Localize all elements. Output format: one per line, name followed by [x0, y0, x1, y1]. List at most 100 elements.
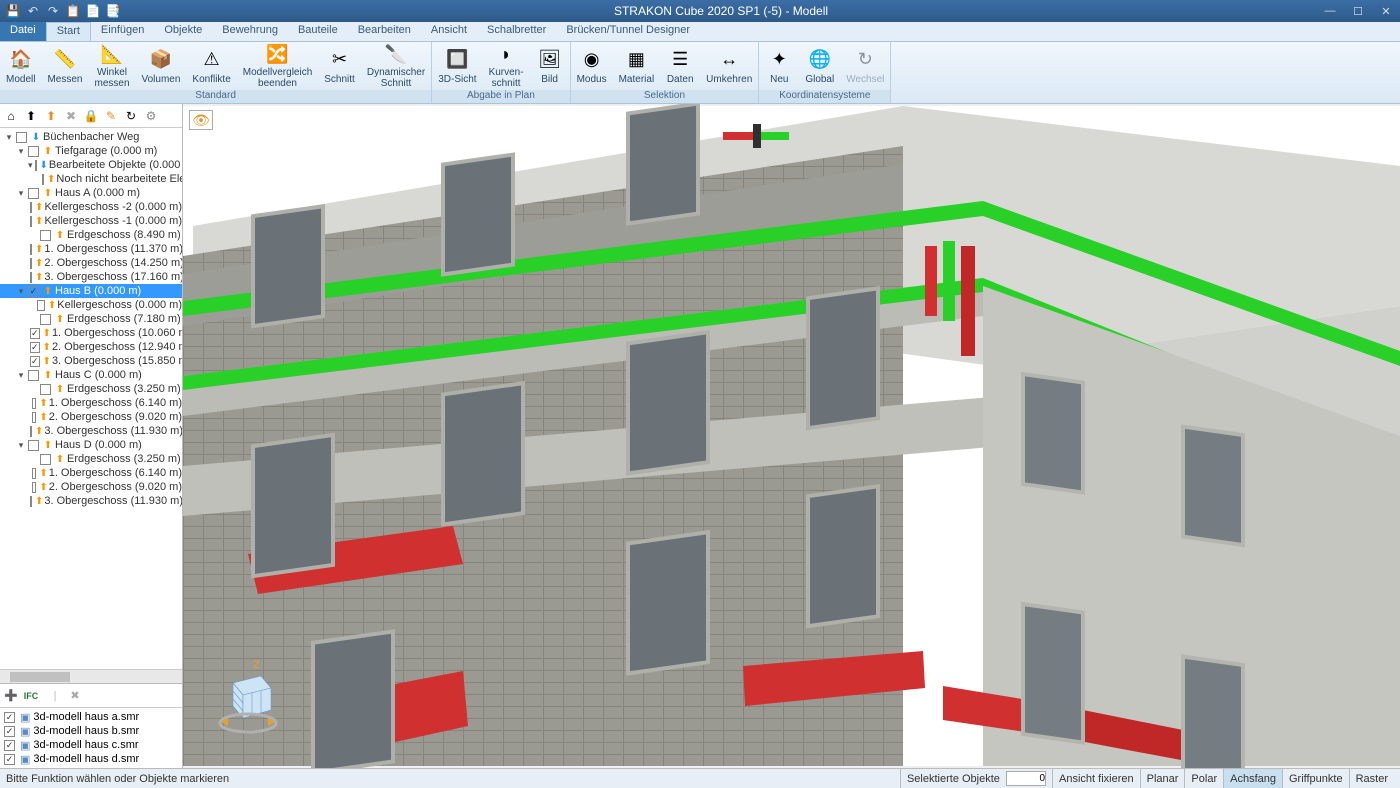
tree-checkbox[interactable]	[40, 454, 51, 465]
tree-node[interactable]: ▾⬆Haus D (0.000 m)	[0, 438, 182, 452]
material-button[interactable]: ▦Material	[613, 42, 661, 90]
file-ifc-icon[interactable]: IFC	[23, 688, 39, 704]
structure-tree[interactable]: ▾⬇Büchenbacher Weg▾⬆Tiefgarage (0.000 m)…	[0, 128, 182, 669]
tree-checkbox[interactable]	[30, 496, 32, 507]
tree-node[interactable]: ⬆Erdgeschoss (3.250 m)	[0, 452, 182, 466]
bild-button[interactable]: 🖼Bild	[530, 42, 570, 90]
file-checkbox[interactable]	[4, 754, 15, 765]
qat-doc-icon[interactable]: 📑	[104, 2, 122, 20]
tree-checkbox[interactable]	[42, 174, 44, 185]
messen-button[interactable]: 📏Messen	[41, 42, 88, 90]
twisty-icon[interactable]: ▾	[28, 160, 33, 171]
tree-hscroll[interactable]	[0, 669, 182, 683]
tree-node[interactable]: ⬆Erdgeschoss (3.250 m)	[0, 382, 182, 396]
schnitt-button[interactable]: ✂Schnitt	[318, 42, 361, 90]
tree-node[interactable]: ⬆Kellergeschoss -2 (0.000 m)	[0, 200, 182, 214]
view-widget-icon[interactable]: 👁	[189, 110, 213, 130]
file-item[interactable]: ▣3d-modell haus a.smr	[2, 710, 180, 724]
nav-cube[interactable]: Z	[213, 658, 283, 738]
tab-bauteile[interactable]: Bauteile	[288, 22, 348, 41]
tree-checkbox[interactable]	[30, 202, 32, 213]
modell-button[interactable]: 🏠Modell	[0, 42, 41, 90]
tree-node[interactable]: ⬆Kellergeschoss (0.000 m)	[0, 298, 182, 312]
tab-schalbretter[interactable]: Schalbretter	[477, 22, 556, 41]
tree-node[interactable]: ⬆3. Obergeschoss (11.930 m)	[0, 424, 182, 438]
file-item[interactable]: ▣3d-modell haus b.smr	[2, 724, 180, 738]
twisty-icon[interactable]: ▾	[16, 286, 26, 297]
maximize-button[interactable]: ☐	[1344, 0, 1372, 22]
twisty-icon[interactable]: ▾	[16, 370, 26, 381]
tree-tool-delete-icon[interactable]: ✖	[63, 108, 79, 124]
file-add-icon[interactable]: ➕	[3, 688, 19, 704]
file-item[interactable]: ▣3d-modell haus d.smr	[2, 752, 180, 766]
tree-node[interactable]: ⬆3. Obergeschoss (17.160 m)	[0, 270, 182, 284]
tree-checkbox[interactable]	[28, 188, 39, 199]
tab-ansicht[interactable]: Ansicht	[421, 22, 477, 41]
tree-checkbox[interactable]	[32, 482, 36, 493]
tree-tool-gear-icon[interactable]: ⚙	[143, 108, 159, 124]
tree-tool-up-icon[interactable]: ⬆	[23, 108, 39, 124]
tree-node[interactable]: ⬆3. Obergeschoss (11.930 m)	[0, 494, 182, 508]
volumen-button[interactable]: 📦Volumen	[136, 42, 187, 90]
tree-checkbox[interactable]	[40, 230, 51, 241]
konflikte-button[interactable]: ⚠Konflikte	[186, 42, 236, 90]
twisty-icon[interactable]: ▾	[16, 188, 26, 199]
winkel-button[interactable]: 📐Winkelmessen	[88, 42, 135, 90]
tree-node[interactable]: ⬆Noch nicht bearbeitete Elem	[0, 172, 182, 186]
tree-tool-edit-icon[interactable]: ✎	[103, 108, 119, 124]
dynschnitt-button[interactable]: 🔪DynamischerSchnitt	[361, 42, 431, 90]
qat-redo-icon[interactable]: ↷	[44, 2, 62, 20]
modellvergleich-button[interactable]: 🔀Modellvergleichbeenden	[237, 42, 318, 90]
tree-node[interactable]: ⬆1. Obergeschoss (10.060 m)	[0, 326, 182, 340]
tree-node[interactable]: ⬆Kellergeschoss -1 (0.000 m)	[0, 214, 182, 228]
tree-node[interactable]: ▾⬆Haus A (0.000 m)	[0, 186, 182, 200]
tree-checkbox[interactable]	[30, 216, 32, 227]
qat-save-icon[interactable]: 💾	[4, 2, 22, 20]
modus-button[interactable]: ◉Modus	[571, 42, 613, 90]
tree-checkbox[interactable]	[32, 412, 36, 423]
global-button[interactable]: 🌐Global	[799, 42, 840, 90]
tree-node[interactable]: ▾⬆Tiefgarage (0.000 m)	[0, 144, 182, 158]
tree-node[interactable]: ⬆2. Obergeschoss (9.020 m)	[0, 480, 182, 494]
tree-checkbox[interactable]	[30, 426, 32, 437]
tab-bewehrung[interactable]: Bewehrung	[212, 22, 288, 41]
tree-checkbox[interactable]	[28, 286, 39, 297]
tree-node[interactable]: ⬆1. Obergeschoss (11.370 m)	[0, 242, 182, 256]
status-raster[interactable]: Raster	[1349, 769, 1394, 788]
tree-tool-refresh-icon[interactable]: ↻	[123, 108, 139, 124]
3dsicht-button[interactable]: 🔲3D-Sicht	[432, 42, 482, 90]
status-achsfang[interactable]: Achsfang	[1223, 769, 1282, 788]
tree-checkbox[interactable]	[30, 356, 40, 367]
tree-checkbox[interactable]	[40, 384, 51, 395]
twisty-icon[interactable]: ▾	[16, 440, 26, 451]
tree-checkbox[interactable]	[28, 370, 39, 381]
status-ansicht-fixieren[interactable]: Ansicht fixieren	[1052, 769, 1140, 788]
tree-tool-house-icon[interactable]: ⬆	[43, 108, 59, 124]
status-sel-count[interactable]	[1006, 771, 1046, 786]
file-delete-icon[interactable]: ✖	[67, 688, 83, 704]
tree-node[interactable]: ⬆Erdgeschoss (8.490 m)	[0, 228, 182, 242]
neu-button[interactable]: ✦Neu	[759, 42, 799, 90]
file-checkbox[interactable]	[4, 740, 15, 751]
tree-checkbox[interactable]	[28, 440, 39, 451]
file-item[interactable]: ▣3d-modell haus c.smr	[2, 738, 180, 752]
twisty-icon[interactable]: ▾	[16, 146, 26, 157]
tree-checkbox[interactable]	[40, 314, 51, 325]
tree-checkbox[interactable]	[16, 132, 27, 143]
qat-undo-icon[interactable]: ↶	[24, 2, 42, 20]
status-griffpunkte[interactable]: Griffpunkte	[1282, 769, 1349, 788]
tree-node[interactable]: ⬆2. Obergeschoss (14.250 m)	[0, 256, 182, 270]
tree-node[interactable]: ⬆Erdgeschoss (7.180 m)	[0, 312, 182, 326]
qat-copy-icon[interactable]: 📋	[64, 2, 82, 20]
tab-bearbeiten[interactable]: Bearbeiten	[348, 22, 421, 41]
tab-start[interactable]: Start	[46, 22, 91, 41]
3d-viewport[interactable]: 👁	[183, 104, 1400, 768]
tab-objekte[interactable]: Objekte	[154, 22, 212, 41]
tree-checkbox[interactable]	[30, 342, 40, 353]
tree-node[interactable]: ⬆2. Obergeschoss (9.020 m)	[0, 410, 182, 424]
tree-node[interactable]: ▾⬇Büchenbacher Weg	[0, 130, 182, 144]
tree-checkbox[interactable]	[30, 328, 40, 339]
tree-checkbox[interactable]	[30, 258, 32, 269]
file-checkbox[interactable]	[4, 712, 15, 723]
file-checkbox[interactable]	[4, 726, 15, 737]
